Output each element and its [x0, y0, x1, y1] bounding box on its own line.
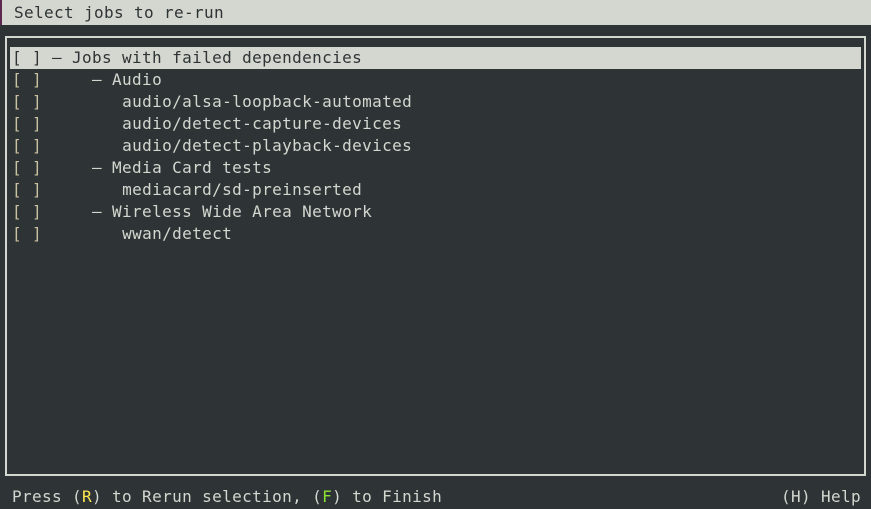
job-list: [ ] – Jobs with failed dependencies[ ] –…	[10, 47, 861, 245]
checkbox[interactable]: [ ]	[12, 224, 42, 243]
job-label: audio/detect-capture-devices	[122, 114, 403, 133]
job-row[interactable]: [ ] – Wireless Wide Area Network	[10, 201, 861, 223]
footer-finish-text: ) to Finish	[332, 487, 443, 506]
checkbox[interactable]: [ ]	[12, 136, 42, 155]
job-row[interactable]: [ ] – Media Card tests	[10, 157, 861, 179]
checkbox[interactable]: [ ]	[12, 158, 42, 177]
rerun-key[interactable]: R	[82, 487, 92, 506]
job-label: – Jobs with failed dependencies	[52, 48, 363, 67]
job-label: mediacard/sd-preinserted	[122, 180, 363, 199]
checkbox[interactable]: [ ]	[12, 114, 42, 133]
checkbox[interactable]: [ ]	[12, 202, 42, 221]
job-label: audio/detect-playback-devices	[122, 136, 413, 155]
job-label: – Wireless Wide Area Network	[92, 202, 373, 221]
window-title: Select jobs to re-run	[0, 0, 871, 25]
footer-press: Press (	[12, 487, 83, 506]
job-label: audio/alsa-loopback-automated	[122, 92, 413, 111]
help-hint[interactable]: (H) Help	[781, 486, 861, 508]
footer-instructions: Press (R) to Rerun selection, (F) to Fin…	[12, 486, 862, 508]
checkbox[interactable]: [ ]	[12, 92, 42, 111]
job-row[interactable]: [ ] mediacard/sd-preinserted	[10, 179, 861, 201]
job-label: – Audio	[92, 70, 163, 89]
job-row[interactable]: [ ] wwan/detect	[10, 223, 861, 245]
checkbox[interactable]: [ ]	[12, 48, 42, 67]
job-row[interactable]: [ ] audio/detect-capture-devices	[10, 113, 861, 135]
job-row[interactable]: [ ] audio/detect-playback-devices	[10, 135, 861, 157]
job-row[interactable]: [ ] – Jobs with failed dependencies	[10, 47, 861, 69]
checkbox[interactable]: [ ]	[12, 180, 42, 199]
job-row[interactable]: [ ] audio/alsa-loopback-automated	[10, 91, 861, 113]
checkbox[interactable]: [ ]	[12, 70, 42, 89]
footer-rerun-text: ) to Rerun selection, (	[92, 487, 323, 506]
job-label: – Media Card tests	[92, 158, 273, 177]
job-label: wwan/detect	[122, 224, 233, 243]
finish-key[interactable]: F	[322, 487, 332, 506]
job-row[interactable]: [ ] – Audio	[10, 69, 861, 91]
